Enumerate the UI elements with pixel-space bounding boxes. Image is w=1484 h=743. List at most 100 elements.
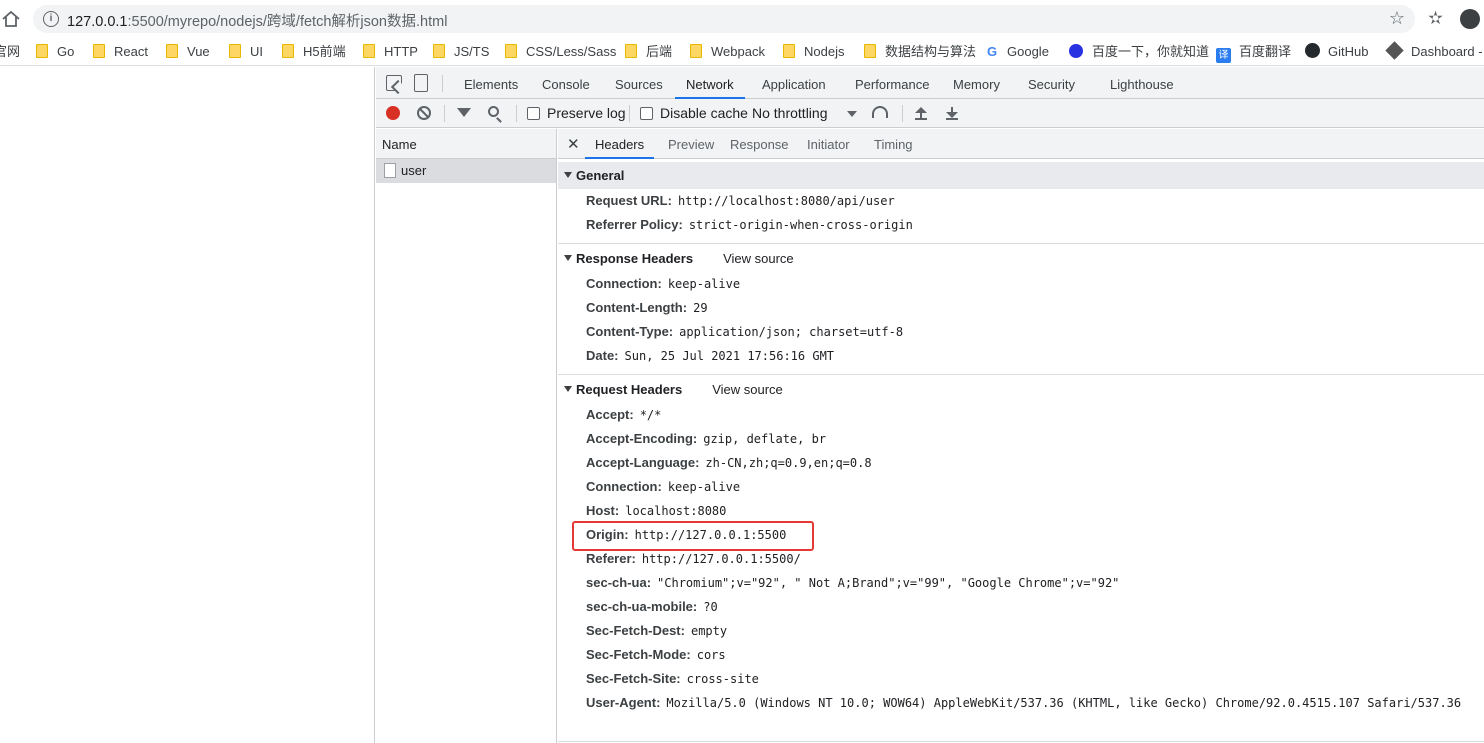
export-har-icon[interactable] bbox=[946, 107, 958, 120]
bookmark-item[interactable]: 后端 bbox=[625, 43, 672, 61]
divider bbox=[558, 374, 1484, 375]
divider bbox=[442, 75, 443, 92]
bookmark-item[interactable]: CSS/Less/Sass bbox=[505, 43, 616, 61]
extension-star-icon[interactable]: ✫ bbox=[1428, 8, 1443, 29]
bookmark-label: UI bbox=[250, 44, 263, 59]
inspect-element-icon[interactable] bbox=[386, 75, 402, 91]
bookmark-item[interactable]: H5前端 bbox=[282, 43, 346, 61]
tab-application[interactable]: Application bbox=[762, 67, 826, 99]
header-value: http://127.0.0.1:5500/ bbox=[641, 552, 801, 566]
bookmark-label: 后端 bbox=[646, 44, 673, 59]
header-value: */* bbox=[639, 408, 662, 422]
bookmark-item[interactable]: Webpack bbox=[690, 43, 765, 61]
header-row: Host: localhost:8080 bbox=[558, 499, 1484, 523]
header-value: http://localhost:8080/api/user bbox=[677, 194, 895, 208]
url-path: :5500/myrepo/nodejs/跨域/fetch解析json数据.htm… bbox=[127, 14, 448, 30]
tab-console[interactable]: Console bbox=[542, 67, 590, 99]
bookmark-item[interactable]: 百度一下，你就知道 bbox=[1069, 43, 1209, 61]
bookmark-item[interactable]: Go bbox=[36, 43, 74, 61]
header-key: Sec-Fetch-Site: bbox=[586, 671, 681, 686]
header-value: strict-origin-when-cross-origin bbox=[688, 218, 913, 232]
preserve-log-checkbox[interactable] bbox=[527, 107, 540, 120]
info-icon[interactable]: i bbox=[43, 11, 59, 27]
view-source-link[interactable]: View source bbox=[712, 382, 783, 397]
bookmark-item[interactable]: G Google bbox=[987, 43, 1049, 61]
bookmark-item[interactable]: HTTP bbox=[363, 43, 418, 61]
folder-icon bbox=[690, 44, 702, 58]
header-value: Mozilla/5.0 (Windows NT 10.0; WOW64) App… bbox=[666, 696, 1462, 710]
close-icon[interactable]: ✕ bbox=[567, 135, 580, 153]
divider bbox=[516, 105, 517, 122]
tab-security[interactable]: Security bbox=[1028, 67, 1075, 99]
header-key: Accept-Language: bbox=[586, 455, 700, 470]
bookmark-item[interactable]: 数据结构与算法 bbox=[864, 43, 976, 61]
header-value: localhost:8080 bbox=[625, 504, 727, 518]
tab-headers[interactable]: Headers bbox=[585, 129, 655, 159]
url-text[interactable]: 127.0.0.1:5500/myrepo/nodejs/跨域/fetch解析j… bbox=[67, 10, 447, 31]
clear-icon[interactable] bbox=[417, 106, 431, 120]
tab-lighthouse[interactable]: Lighthouse bbox=[1110, 67, 1174, 99]
tab-timing[interactable]: Timing bbox=[874, 129, 913, 159]
bookmark-item[interactable]: Nodejs bbox=[783, 43, 844, 61]
profile-avatar[interactable] bbox=[1460, 9, 1480, 29]
bookmark-star-icon[interactable]: ☆ bbox=[1389, 8, 1405, 29]
url-bar[interactable]: i 127.0.0.1:5500/myrepo/nodejs/跨域/fetch解… bbox=[33, 5, 1415, 33]
header-key: Referer: bbox=[586, 551, 636, 566]
request-headers-header[interactable]: Request Headers View source bbox=[558, 376, 1484, 403]
folder-icon bbox=[864, 44, 876, 58]
header-row: Accept-Language: zh-CN,zh;q=0.9,en;q=0.8 bbox=[558, 451, 1484, 475]
bookmark-item[interactable]: 译百度翻译 bbox=[1216, 43, 1291, 63]
header-value: gzip, deflate, br bbox=[703, 432, 827, 446]
request-row[interactable]: user bbox=[376, 159, 556, 183]
general-section-header[interactable]: General bbox=[558, 162, 1484, 189]
header-value: zh-CN,zh;q=0.9,en;q=0.8 bbox=[705, 456, 872, 470]
tab-network[interactable]: Network bbox=[675, 67, 745, 99]
name-column-header[interactable]: Name bbox=[376, 129, 556, 159]
bookmark-item[interactable]: 官网 bbox=[0, 43, 20, 61]
search-icon[interactable] bbox=[488, 106, 499, 117]
tab-memory[interactable]: Memory bbox=[953, 67, 1000, 99]
device-toolbar-icon[interactable] bbox=[414, 74, 428, 92]
chevron-down-icon[interactable] bbox=[847, 111, 857, 117]
header-row: Connection: keep-alive bbox=[558, 475, 1484, 499]
bookmark-item[interactable]: GitHub bbox=[1305, 43, 1368, 61]
bookmark-label: HTTP bbox=[384, 44, 418, 59]
import-har-icon[interactable] bbox=[915, 107, 927, 120]
page-viewport bbox=[0, 67, 375, 743]
header-row: Accept: */* bbox=[558, 403, 1484, 427]
disable-cache-checkbox[interactable] bbox=[640, 107, 653, 120]
bookmark-label: JS/TS bbox=[454, 44, 490, 59]
header-key: Accept: bbox=[586, 407, 634, 422]
bookmark-item[interactable]: UI bbox=[229, 43, 263, 61]
bookmark-item[interactable]: Vue bbox=[166, 43, 210, 61]
bookmark-label: H5前端 bbox=[303, 44, 346, 59]
response-headers-header[interactable]: Response Headers View source bbox=[558, 245, 1484, 272]
header-row: User-Agent: Mozilla/5.0 (Windows NT 10.0;… bbox=[558, 691, 1484, 715]
bookmark-item[interactable]: JS/TS bbox=[433, 43, 489, 61]
header-row: Sec-Fetch-Mode: cors bbox=[558, 643, 1484, 667]
tab-response[interactable]: Response bbox=[730, 129, 789, 159]
folder-icon bbox=[505, 44, 517, 58]
tab-elements[interactable]: Elements bbox=[464, 67, 518, 99]
filter-icon[interactable] bbox=[457, 108, 471, 117]
throttling-select[interactable]: No throttling bbox=[752, 105, 827, 121]
tab-preview[interactable]: Preview bbox=[668, 129, 714, 159]
github-icon bbox=[1305, 43, 1320, 58]
bookmark-item[interactable]: React bbox=[93, 43, 148, 61]
tab-sources[interactable]: Sources bbox=[615, 67, 663, 99]
header-row: Accept-Encoding: gzip, deflate, br bbox=[558, 427, 1484, 451]
tab-initiator[interactable]: Initiator bbox=[807, 129, 850, 159]
record-icon[interactable] bbox=[386, 106, 400, 120]
document-icon bbox=[384, 163, 396, 178]
header-value: 29 bbox=[693, 301, 708, 315]
network-toolbar: Preserve log Disable cache No throttling bbox=[376, 99, 1484, 128]
bookmark-item[interactable]: Dashboard - bbox=[1385, 41, 1483, 61]
bookmark-label: Webpack bbox=[711, 44, 765, 59]
view-source-link[interactable]: View source bbox=[723, 251, 794, 266]
header-value: "Chromium";v="92", " Not A;Brand";v="99"… bbox=[657, 576, 1120, 590]
response-headers-section: Response Headers View source Connection: k… bbox=[558, 245, 1484, 368]
header-key: Sec-Fetch-Mode: bbox=[586, 647, 691, 662]
tab-performance[interactable]: Performance bbox=[855, 67, 929, 99]
network-conditions-icon[interactable] bbox=[872, 106, 888, 118]
home-icon[interactable] bbox=[0, 8, 22, 30]
